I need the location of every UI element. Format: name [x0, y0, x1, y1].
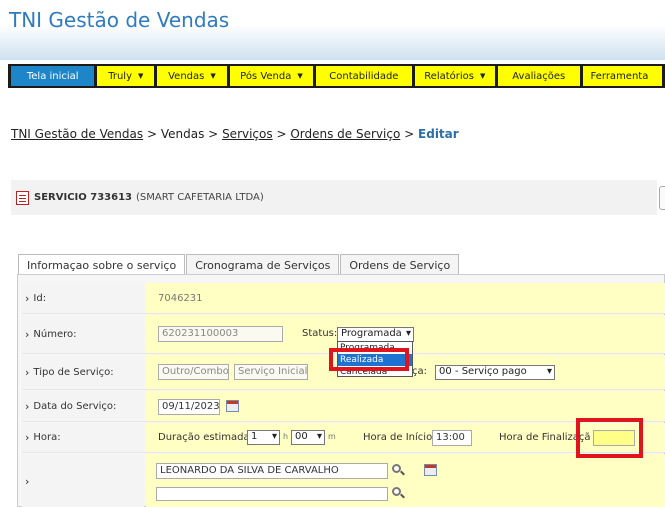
status-label: Status: [302, 328, 338, 339]
chevron-down-icon: ▼ [138, 72, 144, 80]
tab-cronograma[interactable]: Cronograma de Serviços [186, 254, 340, 275]
service-title: SERVICIO 733613 [34, 192, 132, 203]
row-id: Id: 7046231 [22, 283, 665, 314]
tecnico-field-1[interactable]: LEONARDO DA SILVA DE CARVALHO [156, 463, 388, 479]
document-icon [16, 190, 29, 205]
hours-unit: h [283, 432, 289, 441]
menu-pos-venda[interactable]: Pós Venda ▼ [229, 66, 314, 86]
tipo-outro-combo[interactable]: Outro/Combo [158, 364, 229, 380]
breadcrumb-vendas: Vendas [160, 127, 205, 141]
tipo-label: Tipo de Serviço: [22, 355, 144, 389]
menu-ferramentas[interactable]: Ferramenta [582, 66, 663, 86]
chevron-down-icon: ▼ [297, 72, 303, 80]
data-label: Data do Serviço: [22, 391, 144, 421]
tab-bar: Informaçao sobre o serviço Cronograma de… [18, 254, 460, 275]
row-data: Data do Serviço: 09/11/2023 [22, 391, 665, 422]
status-option-programada[interactable]: Programada [338, 342, 412, 354]
menu-truly[interactable]: Truly ▼ [97, 66, 155, 86]
row-hora: Hora: Duração estimada: 1 h 00 m Hora de… [22, 423, 665, 453]
tipo-servico-inicial[interactable]: Serviço Inicial [234, 364, 308, 380]
hora-label: Hora: [22, 423, 144, 452]
status-option-realizada[interactable]: Realizada [338, 354, 412, 366]
numero-field[interactable]: 620231100003 [158, 326, 283, 342]
service-client: (SMART CAFETARIA LTDA) [135, 192, 264, 203]
breadcrumb-ordens[interactable]: Ordens de Serviço [290, 127, 400, 141]
cobranca-select[interactable]: 00 - Serviço pago [435, 365, 555, 380]
row-tecnicos: LEONARDO DA SILVA DE CARVALHO [22, 454, 665, 507]
status-select[interactable]: Programada [337, 327, 414, 342]
breadcrumb-current: Editar [418, 127, 459, 141]
duracao-horas-select[interactable]: 1 [247, 430, 280, 445]
action-button[interactable] [659, 186, 665, 210]
cobranca-label: ça: [412, 366, 427, 377]
calendar-icon[interactable] [424, 464, 437, 476]
service-form: Id: 7046231 Número: 620231100003 Status:… [17, 274, 665, 507]
chevron-down-icon: ▼ [210, 72, 216, 80]
tecnico-field-2[interactable] [156, 487, 388, 501]
service-header: SERVICIO 733613 (SMART CAFETARIA LTDA) [11, 180, 657, 215]
numero-label: Número: [22, 315, 144, 353]
app-header: TNI Gestão de Vendas [0, 0, 665, 60]
id-label: Id: [22, 283, 144, 313]
menu-vendas[interactable]: Vendas ▼ [157, 66, 227, 86]
app-title: TNI Gestão de Vendas [9, 8, 230, 32]
data-field[interactable]: 09/11/2023 [158, 399, 220, 415]
tab-informacao[interactable]: Informaçao sobre o serviço [18, 254, 186, 275]
duracao-label: Duração estimada: [158, 432, 253, 443]
menu-tela-inicial[interactable]: Tela inicial [11, 66, 95, 86]
menu-contabilidade[interactable]: Contabilidade [316, 66, 412, 86]
minutes-unit: m [328, 432, 336, 441]
fim-label: Hora de Finalizaçã [499, 432, 591, 443]
breadcrumb: TNI Gestão de Vendas > Vendas > Serviços… [11, 127, 459, 141]
menu-avaliacoes[interactable]: Avaliações [498, 66, 580, 86]
duracao-minutos-select[interactable]: 00 [291, 430, 325, 445]
menu-relatorios[interactable]: Relatórios ▼ [414, 66, 496, 86]
search-icon[interactable] [392, 487, 406, 500]
status-dropdown-list: Programada Realizada Cancelada [337, 341, 413, 377]
main-menu: Tela inicial Truly ▼ Vendas ▼ Pós Venda ▼ C… [8, 64, 665, 88]
fim-field[interactable] [593, 430, 635, 446]
inicio-label: Hora de Início: [363, 432, 436, 443]
id-value: 7046231 [158, 293, 203, 304]
breadcrumb-servicos[interactable]: Serviços [222, 127, 273, 141]
chevron-down-icon: ▼ [480, 72, 486, 80]
search-icon[interactable] [392, 464, 406, 477]
inicio-field[interactable]: 13:00 [432, 430, 472, 446]
breadcrumb-home[interactable]: TNI Gestão de Vendas [11, 127, 143, 141]
status-option-cancelada[interactable]: Cancelada [338, 366, 412, 378]
tab-ordens[interactable]: Ordens de Serviço [340, 254, 460, 275]
calendar-icon[interactable] [226, 400, 239, 412]
